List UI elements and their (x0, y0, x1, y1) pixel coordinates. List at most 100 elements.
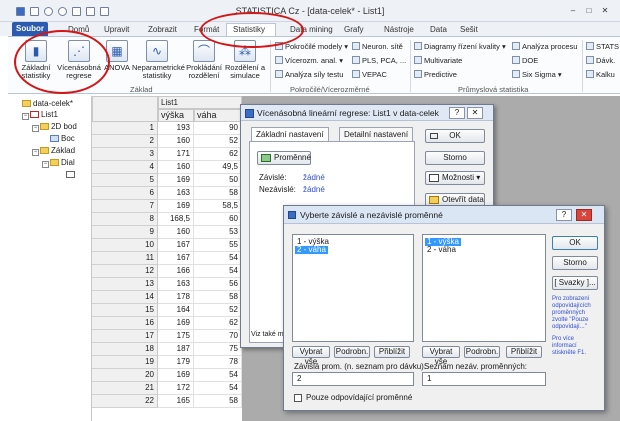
cell-vyska[interactable]: 171 (158, 148, 194, 161)
tab-nastroje[interactable]: Nástroje (384, 25, 414, 34)
cell-vyska[interactable]: 166 (158, 265, 194, 278)
cell-vaha[interactable]: 78 (194, 356, 242, 369)
zoom-right-button[interactable]: Přiblížit (506, 346, 542, 358)
list-item[interactable]: 2 - váha (425, 246, 458, 254)
cell-vaha[interactable]: 58 (194, 395, 242, 408)
column-header-vyska[interactable]: výška (158, 109, 194, 122)
cell-vaha[interactable]: 58 (194, 187, 242, 200)
cell-vyska[interactable]: 163 (158, 278, 194, 291)
power-analysis-button[interactable]: Analýza síly testu (275, 70, 343, 79)
row-number[interactable]: 20 (92, 369, 158, 382)
tree-item-list1[interactable]: − List1 (22, 110, 58, 120)
cell-vyska[interactable]: 169 (158, 200, 194, 213)
cell-vaha[interactable]: 62 (194, 148, 242, 161)
cell-vaha[interactable]: 49,5 (194, 161, 242, 174)
variables-ok-button[interactable]: OK (552, 236, 598, 250)
process-analysis-button[interactable]: Analýza procesu (512, 42, 577, 51)
detail-left-button[interactable]: Podrobn. (334, 346, 370, 358)
row-number[interactable]: 19 (92, 356, 158, 369)
cell-vaha[interactable]: 90 (194, 122, 242, 135)
row-number[interactable]: 18 (92, 343, 158, 356)
select-all-right-button[interactable]: Vybrat vše (422, 346, 460, 366)
cell-vyska[interactable]: 179 (158, 356, 194, 369)
cell-vaha[interactable]: 54 (194, 382, 242, 395)
row-number[interactable]: 17 (92, 330, 158, 343)
cell-vaha[interactable]: 62 (194, 317, 242, 330)
doe-button[interactable]: DOE (512, 56, 538, 65)
zoom-left-button[interactable]: Přiblížit (374, 346, 410, 358)
row-number[interactable]: 14 (92, 291, 158, 304)
help-button[interactable]: ? (556, 209, 572, 221)
tab-upravit[interactable]: Upravit (104, 25, 129, 34)
quality-control-button[interactable]: Diagramy řízení kvality ▾ (414, 42, 506, 51)
dialog-cancel-button[interactable]: Storno (425, 151, 485, 165)
select-all-left-button[interactable]: Vybrat vše (292, 346, 330, 366)
tab-data[interactable]: Data (430, 25, 447, 34)
dialog-close-button[interactable]: ✕ (467, 107, 483, 119)
row-number[interactable]: 12 (92, 265, 158, 278)
cell-vaha[interactable]: 58,5 (194, 200, 242, 213)
independent-variable-list[interactable]: 1 - výška 2 - váha (422, 234, 546, 342)
row-number[interactable]: 11 (92, 252, 158, 265)
cell-vyska[interactable]: 167 (158, 239, 194, 252)
cell-vaha[interactable]: 75 (194, 343, 242, 356)
cell-vyska[interactable]: 169 (158, 174, 194, 187)
row-number[interactable]: 22 (92, 395, 158, 408)
bundles-button[interactable]: [ Svazky ]... (552, 276, 598, 290)
row-number[interactable]: 13 (92, 278, 158, 291)
column-header-vaha[interactable]: váha (194, 109, 242, 122)
cell-vyska[interactable]: 163 (158, 187, 194, 200)
cell-vaha[interactable]: 58 (194, 291, 242, 304)
vepac-button[interactable]: VEPAC (352, 70, 387, 79)
row-number[interactable]: 4 (92, 161, 158, 174)
row-number[interactable]: 8 (92, 213, 158, 226)
tree-item-dialog[interactable]: − Dial (42, 158, 75, 168)
cell-vyska[interactable]: 160 (158, 226, 194, 239)
cell-vaha[interactable]: 54 (194, 265, 242, 278)
row-number[interactable]: 6 (92, 187, 158, 200)
tree-item-workbook[interactable]: data-celek* (22, 99, 73, 108)
tree-item-plot[interactable]: Boc (50, 134, 75, 143)
tree-item-basic[interactable]: − Základ (32, 146, 75, 156)
cell-vyska[interactable]: 187 (158, 343, 194, 356)
cell-vyska[interactable]: 172 (158, 382, 194, 395)
maximize-button[interactable]: □ (582, 5, 596, 16)
nonparametric-button[interactable]: ∿ Neparametrické statistiky (132, 40, 185, 80)
cell-vyska[interactable]: 169 (158, 317, 194, 330)
dependent-input[interactable]: 2 (292, 372, 414, 386)
row-number[interactable]: 16 (92, 317, 158, 330)
tab-detail-settings[interactable]: Detailní nastavení (339, 127, 414, 141)
row-number[interactable]: 7 (92, 200, 158, 213)
row-number[interactable]: 21 (92, 382, 158, 395)
list-item-selected[interactable]: 2 - váha (295, 246, 328, 254)
variables-cancel-button[interactable]: Storno (552, 256, 598, 270)
cell-vaha[interactable]: 54 (194, 369, 242, 382)
batch-button[interactable]: Dávk. (586, 56, 615, 65)
multivariate-qc-button[interactable]: Multivariate (414, 56, 462, 65)
close-button[interactable]: ✕ (598, 5, 612, 16)
tab-zobrazit[interactable]: Zobrazit (148, 25, 177, 34)
predictive-button[interactable]: Predictive (414, 70, 457, 79)
row-number[interactable]: 5 (92, 174, 158, 187)
calculator-button[interactable]: Kalku (586, 70, 615, 79)
minimize-button[interactable]: – (566, 5, 580, 16)
row-number[interactable]: 2 (92, 135, 158, 148)
stats-button[interactable]: STATS (586, 42, 619, 51)
tree-item-table[interactable] (66, 170, 77, 179)
cell-vaha[interactable]: 54 (194, 252, 242, 265)
options-button[interactable]: Možnosti ▾ (425, 171, 485, 185)
variables-button[interactable]: Proměnné (257, 151, 311, 165)
six-sigma-button[interactable]: Six Sigma ▾ (512, 70, 562, 79)
row-number[interactable]: 9 (92, 226, 158, 239)
cell-vaha[interactable]: 53 (194, 226, 242, 239)
corner-cell[interactable] (92, 96, 158, 122)
help-button[interactable]: ? (449, 107, 465, 119)
matching-only-checkbox[interactable] (294, 394, 302, 402)
cell-vaha[interactable]: 52 (194, 304, 242, 317)
tab-grafy[interactable]: Grafy (344, 25, 364, 34)
cell-vaha[interactable]: 50 (194, 174, 242, 187)
cell-vyska[interactable]: 175 (158, 330, 194, 343)
cell-vyska[interactable]: 165 (158, 395, 194, 408)
cell-vyska[interactable]: 167 (158, 252, 194, 265)
cell-vyska[interactable]: 169 (158, 369, 194, 382)
